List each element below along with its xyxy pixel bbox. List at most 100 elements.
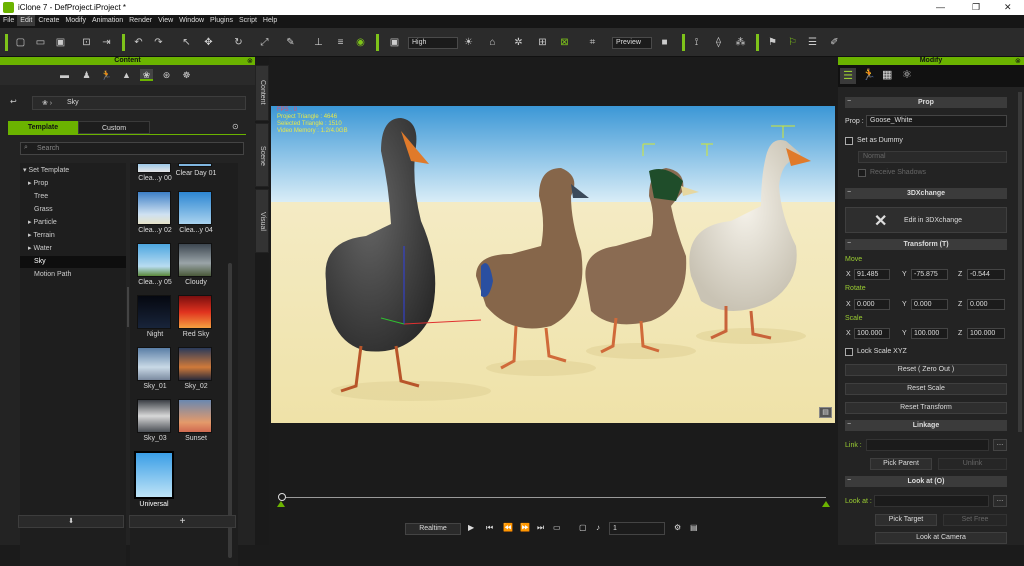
tree-item-tree[interactable]: Tree <box>20 191 126 203</box>
download-button[interactable]: ⬇ <box>18 515 124 528</box>
frame-number-input[interactable]: 1 <box>609 522 665 535</box>
attribute-tab-icon[interactable]: ☰ <box>840 68 856 84</box>
rotate-z-field[interactable]: 0.000 <box>967 299 1005 310</box>
eyedropper-icon[interactable]: ✐ <box>828 36 841 49</box>
menu-edit[interactable]: Edit <box>17 15 36 26</box>
tree-item-water[interactable]: ▸ Water <box>20 243 126 255</box>
record-icon[interactable]: ▢ <box>579 523 587 532</box>
soundtrack-tab-icon[interactable]: ☸ <box>180 69 193 81</box>
molecule-icon[interactable]: ⁂ <box>734 36 747 49</box>
side-tab-visual[interactable]: Visual <box>255 189 269 253</box>
material-tab-icon[interactable]: ▦ <box>882 68 892 81</box>
panel-close-icon[interactable]: ⊗ <box>247 57 253 65</box>
modify-close-icon[interactable]: ⊗ <box>1015 57 1021 65</box>
edit-3dxchange-button[interactable]: ✕ Edit in 3DXchange <box>845 207 1007 233</box>
bone-tool-icon[interactable]: ⟠ <box>712 36 725 49</box>
go-start-icon[interactable]: ⏮ <box>486 523 493 533</box>
grid-icon[interactable]: ⊞ <box>536 36 549 49</box>
thumb-universal[interactable] <box>134 451 174 499</box>
side-tab-content[interactable]: Content <box>255 65 269 121</box>
go-end-icon[interactable]: ⏭ <box>537 523 544 533</box>
move-y-field[interactable]: -75.875 <box>911 269 948 280</box>
thumb-clear-day-04[interactable] <box>178 191 212 225</box>
stage-tab-icon[interactable]: ▲ <box>120 69 133 81</box>
scale-y-field[interactable]: 100.000 <box>911 328 948 339</box>
custom-tab[interactable]: Custom <box>78 121 150 134</box>
preview-dropdown[interactable]: Preview <box>612 37 652 49</box>
pick-target-button[interactable]: Pick Target <box>875 514 937 526</box>
thumb-scrollbar[interactable] <box>228 263 232 558</box>
thumb-clear-day-05[interactable] <box>137 243 171 277</box>
undo-icon[interactable]: ↶ <box>132 36 145 49</box>
viewport-menu-icon[interactable]: ▤ <box>819 407 832 418</box>
frame-icon[interactable]: ⌗ <box>586 36 599 49</box>
settings-gear-icon[interactable]: ⚙ <box>674 523 681 532</box>
audio-icon[interactable]: ♪ <box>596 523 600 532</box>
tree-item-particle[interactable]: ▸ Particle <box>20 217 126 229</box>
thumb-clear-day-01[interactable] <box>178 163 212 167</box>
thumb-cloudy[interactable] <box>178 243 212 277</box>
home-camera-icon[interactable]: ⌂ <box>486 36 499 49</box>
import-icon[interactable]: ⊡ <box>80 36 93 49</box>
thumb-sky-02[interactable] <box>178 347 212 381</box>
look-at-field[interactable] <box>874 495 989 507</box>
open-folder-icon[interactable]: ▭ <box>34 36 47 49</box>
menu-help[interactable]: Help <box>260 15 280 26</box>
collapse-icon[interactable]: − <box>847 421 851 428</box>
menu-create[interactable]: Create <box>35 15 62 26</box>
menu-file[interactable]: File <box>0 15 17 26</box>
realtime-button[interactable]: Realtime <box>405 523 461 535</box>
scale-z-field[interactable]: 100.000 <box>967 328 1005 339</box>
reset-scale-button[interactable]: Reset Scale <box>845 383 1007 395</box>
save-icon[interactable]: ▣ <box>54 36 67 49</box>
play-icon[interactable]: ▶ <box>468 523 474 532</box>
thumb-sunset[interactable] <box>178 399 212 433</box>
options-chevron-icon[interactable]: ⊙ <box>232 122 239 131</box>
menu-script[interactable]: Script <box>236 15 260 26</box>
collapse-icon[interactable]: − <box>847 477 851 484</box>
motion-tab-icon[interactable]: 🏃 <box>862 68 876 81</box>
add-button[interactable]: + <box>129 515 236 528</box>
lock-scale-checkbox[interactable] <box>845 348 853 356</box>
linkage-section-header[interactable]: Linkage <box>845 420 1007 431</box>
rotate-x-field[interactable]: 0.000 <box>854 299 890 310</box>
export-icon[interactable]: ⇥ <box>100 36 113 49</box>
redo-icon[interactable]: ↷ <box>152 36 165 49</box>
thumb-clear-day-02[interactable] <box>137 191 171 225</box>
scale-gizmo-icon[interactable]: ⤢ <box>258 36 271 49</box>
tree-item-prop[interactable]: ▸ Prop <box>20 178 126 190</box>
prop-section-header[interactable]: Prop <box>845 97 1007 108</box>
tree-item-motion-path[interactable]: Motion Path <box>20 269 126 281</box>
menu-plugins[interactable]: Plugins <box>207 15 236 26</box>
new-file-icon[interactable]: ▢ <box>14 36 27 49</box>
lookat-section-header[interactable]: Look at (O) <box>845 476 1007 487</box>
look-at-browse-button[interactable]: … <box>993 495 1007 507</box>
sun-light-icon[interactable]: ☀ <box>462 36 475 49</box>
tree-item-terrain[interactable]: ▸ Terrain <box>20 230 126 242</box>
close-button[interactable]: ✕ <box>1004 2 1012 13</box>
animation-tab-icon[interactable]: 🏃 <box>100 69 113 81</box>
3dxchange-section-header[interactable]: 3DXchange <box>845 188 1007 199</box>
collapse-icon[interactable]: − <box>847 189 851 196</box>
visibility-eye-icon[interactable]: ◉ <box>354 36 367 49</box>
scale-x-field[interactable]: 100.000 <box>854 328 890 339</box>
transform-section-header[interactable]: Transform (T) <box>845 239 1007 250</box>
pick-parent-button[interactable]: Pick Parent <box>870 458 932 470</box>
prev-frame-icon[interactable]: ⏪ <box>503 523 513 532</box>
timeline-track[interactable] <box>282 497 826 498</box>
side-tab-scene[interactable]: Scene <box>255 123 269 187</box>
actor-tab-icon[interactable]: ♟ <box>80 69 93 81</box>
link-browse-button[interactable]: … <box>993 439 1007 451</box>
menu-window[interactable]: Window <box>176 15 207 26</box>
splitter-handle[interactable] <box>127 287 129 327</box>
search-input[interactable]: Search <box>20 142 244 155</box>
viewport-icon[interactable]: ▣ <box>388 36 401 49</box>
project-tab-icon[interactable]: ▬ <box>58 69 71 81</box>
rotate-y-field[interactable]: 0.000 <box>911 299 948 310</box>
select-arrow-icon[interactable]: ↖ <box>180 36 193 49</box>
layer-icon[interactable]: ≡ <box>334 36 347 49</box>
physics-tab-icon[interactable]: ⚛ <box>902 68 912 81</box>
thumb-clear-day-00[interactable] <box>137 163 171 173</box>
tree-item-sky[interactable]: Sky <box>20 256 126 268</box>
modify-scrollbar[interactable] <box>1018 92 1022 432</box>
